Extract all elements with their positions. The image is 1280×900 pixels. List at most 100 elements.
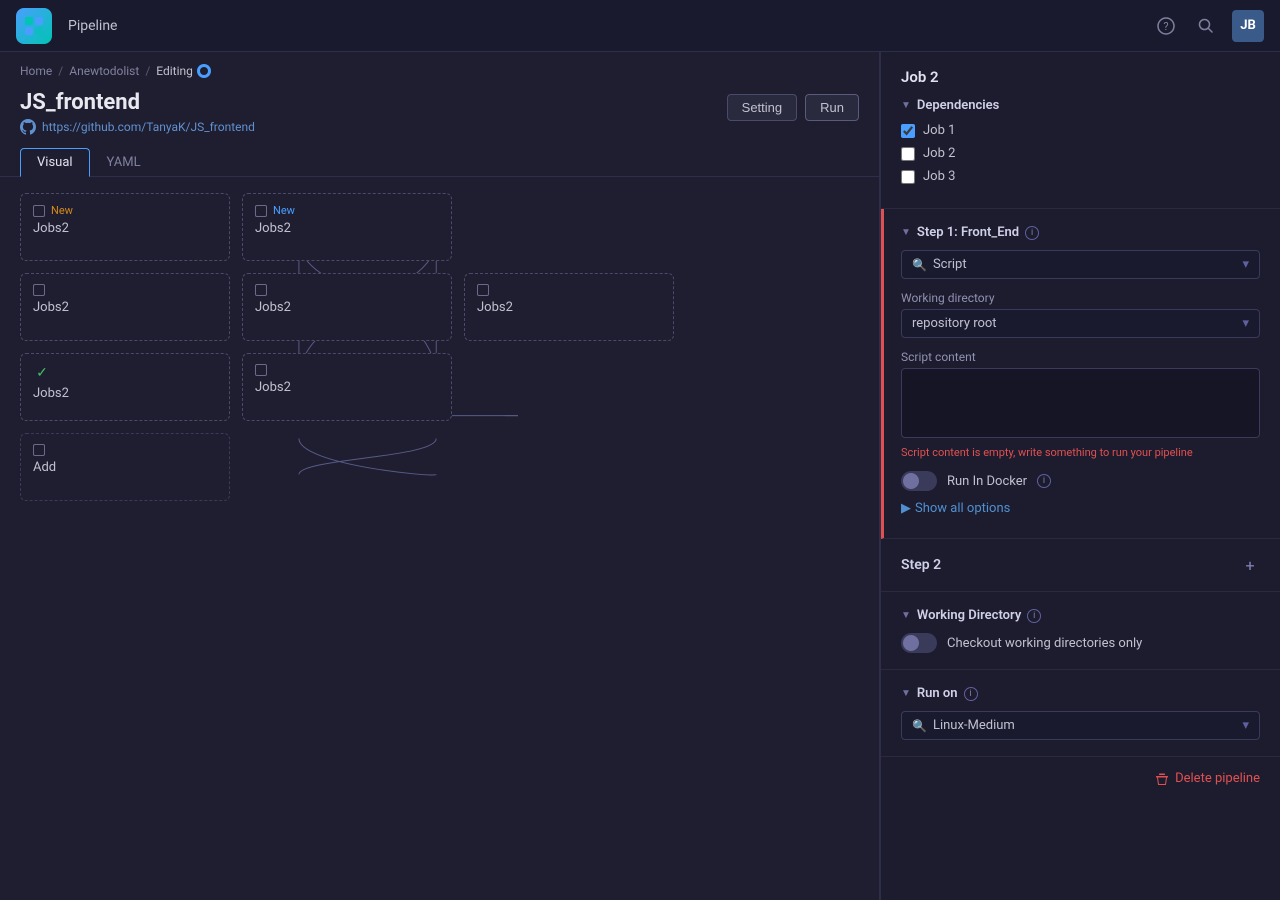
working-dir-select[interactable]: repository root ▾ [901,309,1260,338]
script-select[interactable]: 🔍 Script ▾ [901,250,1260,279]
breadcrumb-current: Editing [156,64,211,78]
run-button[interactable]: Run [805,94,859,121]
run-on-chevron-icon-2: ▾ [1242,718,1249,733]
node-check-green-6: ✓ [33,364,51,382]
page-title: JS_frontend [20,90,255,115]
node-checkbox-2[interactable] [255,205,267,217]
working-dir-section-chevron-icon: ▼ [901,610,911,621]
user-avatar[interactable]: JB [1232,10,1264,42]
tab-yaml[interactable]: YAML [90,148,158,177]
checkout-label: Checkout working directories only [947,636,1142,651]
job-node-add[interactable]: Add [20,433,230,501]
script-content-textarea[interactable] [901,368,1260,438]
node-checkbox-3[interactable] [33,284,45,296]
job-node-7[interactable]: Jobs2 [242,353,452,421]
tab-visual[interactable]: Visual [20,148,90,177]
delete-pipeline-row: Delete pipeline [881,757,1280,800]
dep-label-job3: Job 3 [923,169,955,184]
app-logo[interactable] [16,8,52,44]
run-on-section: ▼ Run on i 🔍 Linux-Medium ▾ [881,670,1280,757]
dep-checkbox-job2[interactable] [901,147,915,161]
working-dir-info-icon[interactable]: i [1027,609,1041,623]
node-checkbox-4[interactable] [255,284,267,296]
dependencies-title: Dependencies [917,98,999,113]
pipeline-canvas: New Jobs2 New Jobs2 Jo [0,177,879,517]
job2-section: Job 2 ▼ Dependencies Job 1 Job 2 [881,52,1280,209]
help-icon[interactable]: ? [1152,12,1180,40]
breadcrumb-sep-2: / [145,64,150,78]
svg-text:?: ? [1163,20,1168,33]
run-in-docker-label: Run In Docker [947,474,1027,489]
script-error-text: Script content is empty, write something… [901,446,1260,459]
search-icon[interactable] [1192,12,1220,40]
working-dir-label: Working directory [901,291,1260,305]
run-on-value: Linux-Medium [933,718,1015,733]
delete-pipeline-button[interactable]: Delete pipeline [1155,771,1260,786]
step1-header[interactable]: ▼ Step 1: Front_End i [901,225,1260,240]
job-node-1[interactable]: New Jobs2 [20,193,230,261]
run-on-select[interactable]: 🔍 Linux-Medium ▾ [901,711,1260,740]
node-new-label-2: New [273,204,295,217]
checkout-toggle-knob [903,635,919,651]
dep-item-job2: Job 2 [901,146,1260,161]
working-dir-section-title: Working Directory [917,608,1021,623]
topnav-right: ? JB [1152,10,1264,42]
pipeline-title-area: JS_frontend https://github.com/TanyaK/JS… [20,90,255,135]
node-name-6: Jobs2 [33,386,69,401]
job-node-2[interactable]: New Jobs2 [242,193,452,261]
dep-item-job3: Job 3 [901,169,1260,184]
pipeline-url[interactable]: https://github.com/TanyaK/JS_frontend [20,119,255,135]
working-dir-field-group: Working directory repository root ▾ [901,291,1260,338]
node-name-3: Jobs2 [33,300,69,315]
script-content-label: Script content [901,350,1260,364]
run-in-docker-info-icon[interactable]: i [1037,474,1051,488]
node-checkbox-1[interactable] [33,205,45,217]
job2-title: Job 2 [901,68,1260,86]
job-node-4[interactable]: Jobs2 [242,273,452,341]
show-options-label: Show all options [915,501,1010,516]
dependencies-section: ▼ Dependencies Job 1 Job 2 Job 3 [901,98,1260,184]
script-search-icon: 🔍 [912,258,927,272]
dependencies-chevron-icon: ▼ [901,100,911,111]
dep-label-job2: Job 2 [923,146,955,161]
show-options-link[interactable]: ▶ Show all options [901,501,1260,516]
left-panel: Home / Anewtodolist / Editing JS_fronten… [0,52,880,900]
step2-section: Step 2 + [881,539,1280,592]
node-name-1: Jobs2 [33,221,69,236]
dep-checkbox-job1[interactable] [901,124,915,138]
run-on-info-icon[interactable]: i [964,687,978,701]
job-node-3[interactable]: Jobs2 [20,273,230,341]
breadcrumb-home[interactable]: Home [20,64,52,78]
step1-info-icon[interactable]: i [1025,226,1039,240]
node-name-4: Jobs2 [255,300,291,315]
run-on-search-icon: 🔍 [912,719,927,733]
checkout-toggle[interactable] [901,633,937,653]
job-node-6[interactable]: ✓ Jobs2 [20,353,230,421]
node-checkbox-7[interactable] [255,364,267,376]
setting-button[interactable]: Setting [727,94,797,121]
top-navigation: Pipeline ? JB [0,0,1280,52]
working-dir-section-header[interactable]: ▼ Working Directory i [901,608,1260,623]
step2-add-button[interactable]: + [1240,555,1260,575]
node-name-7: Jobs2 [255,380,291,395]
run-on-select-left: 🔍 Linux-Medium [912,718,1015,733]
main-layout: Home / Anewtodolist / Editing JS_fronten… [0,52,1280,900]
step1-title: Step 1: Front_End [917,225,1019,240]
pipeline-actions: Setting Run [727,94,859,121]
node-name-2: Jobs2 [255,221,291,236]
github-icon [20,119,36,135]
step2-title: Step 2 [901,557,941,573]
step2-header: Step 2 + [901,555,1260,575]
node-checkbox-5[interactable] [477,284,489,296]
run-on-collapsible[interactable]: ▼ Run on i [901,686,978,701]
checkout-row: Checkout working directories only [901,633,1260,653]
dep-checkbox-job3[interactable] [901,170,915,184]
breadcrumb: Home / Anewtodolist / Editing [0,52,879,86]
breadcrumb-project[interactable]: Anewtodolist [69,64,139,78]
job-node-5[interactable]: Jobs2 [464,273,674,341]
node-checkbox-add[interactable] [33,444,45,456]
dependencies-header[interactable]: ▼ Dependencies [901,98,1260,113]
working-dir-chevron-icon: ▾ [1242,316,1249,331]
run-in-docker-toggle[interactable] [901,471,937,491]
run-on-header: ▼ Run on i [901,686,1260,701]
